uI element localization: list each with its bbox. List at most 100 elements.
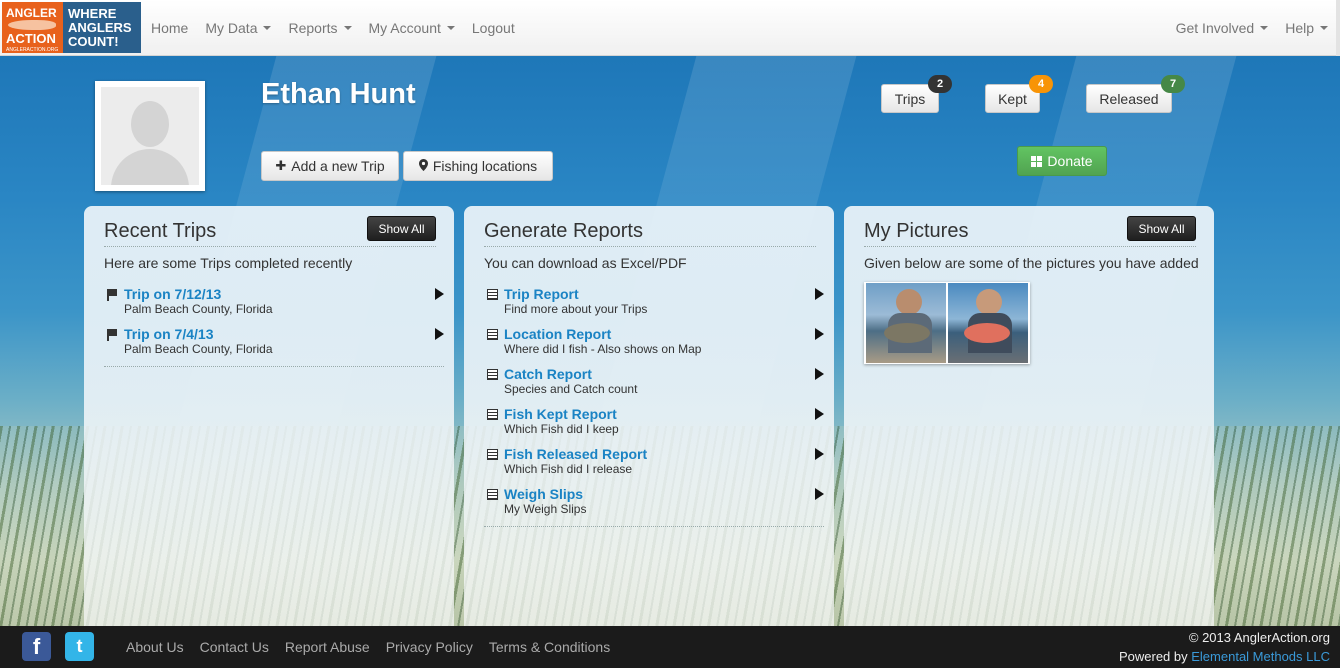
recent-trips-panel: Recent Trips Show All Here are some Trip… [84,206,454,626]
generate-reports-panel: Generate Reports You can download as Exc… [464,206,834,626]
fishing-photo-thumbnail[interactable] [866,283,946,363]
report-title[interactable]: Weigh Slips [504,486,824,502]
list-icon [487,489,498,500]
play-arrow-icon[interactable] [815,448,824,460]
user-name: Ethan Hunt [261,78,416,110]
reports-list: Trip Report Find more about your Trips L… [484,286,824,527]
fishing-locations-label: Fishing locations [432,158,538,174]
report-item-catch[interactable]: Catch Report Species and Catch count [484,366,824,406]
nav-home[interactable]: Home [151,20,188,36]
kept-count-badge: 4 [1029,75,1053,93]
nav-my-account[interactable]: My Account [369,20,455,36]
trip-item[interactable]: Trip on 7/4/13 Palm Beach County, Florid… [104,326,444,366]
report-item-weigh-slips[interactable]: Weigh Slips My Weigh Slips [484,486,824,526]
report-description: My Weigh Slips [504,502,587,516]
report-item-fish-kept[interactable]: Fish Kept Report Which Fish did I keep [484,406,824,446]
map-marker-icon [418,158,428,174]
report-title[interactable]: Catch Report [504,366,824,382]
report-description: Which Fish did I release [504,462,633,476]
nav-help-label: Help [1285,20,1314,36]
report-title[interactable]: Trip Report [504,286,824,302]
report-description: Which Fish did I keep [504,422,619,436]
report-item-trip[interactable]: Trip Report Find more about your Trips [484,286,824,326]
trip-item[interactable]: Trip on 7/12/13 Palm Beach County, Flori… [104,286,444,326]
footer-links: About Us Contact Us Report Abuse Privacy… [126,639,626,655]
report-title[interactable]: Fish Kept Report [504,406,824,422]
play-arrow-icon[interactable] [435,288,444,300]
play-arrow-icon[interactable] [815,288,824,300]
nav-my-data[interactable]: My Data [205,20,272,36]
logo-tagline-line2: ANGLERS [68,20,132,35]
report-item-fish-released[interactable]: Fish Released Report Which Fish did I re… [484,446,824,486]
powered-by-prefix: Powered by [1118,649,1188,664]
kept-stat-button[interactable]: Kept 4 [985,75,1053,113]
logo-tagline: WHERE ANGLERS COUNT! [63,2,141,53]
divider [484,526,824,527]
nav-my-account-label: My Account [368,20,441,36]
caret-down-icon [446,26,455,30]
trips-count-badge: 2 [928,75,952,93]
angler-action-logo[interactable]: ANGLER ACTION ANGLERACTION.ORG WHERE ANG… [2,2,141,53]
report-description: Species and Catch count [504,382,638,396]
trip-title[interactable]: Trip on 7/4/13 [124,326,444,342]
my-pictures-panel: My Pictures Show All Given below are som… [844,206,1214,626]
footer-link-about-us[interactable]: About Us [126,639,184,655]
footer-link-terms-conditions[interactable]: Terms & Conditions [489,639,610,655]
report-description: Find more about your Trips [504,302,648,316]
main-nav: Home My Data Reports My Account Logout [151,0,532,56]
play-arrow-icon[interactable] [815,368,824,380]
play-arrow-icon[interactable] [435,328,444,340]
nav-help[interactable]: Help [1285,20,1328,36]
released-stat-button[interactable]: Released 7 [1086,75,1185,113]
grid-icon [1031,155,1043,167]
logo-text-angler: ANGLER [6,6,57,20]
report-title[interactable]: Fish Released Report [504,446,824,462]
add-trip-button[interactable]: ✚ Add a new Trip [261,151,399,181]
trips-stat-button[interactable]: Trips 2 [881,75,952,113]
report-title[interactable]: Location Report [504,326,824,342]
list-icon [487,369,498,380]
trip-location: Palm Beach County, Florida [124,342,273,356]
generate-reports-title: Generate Reports [484,220,643,242]
trip-title[interactable]: Trip on 7/12/13 [124,286,444,302]
play-arrow-icon[interactable] [815,328,824,340]
my-pictures-title: My Pictures [864,220,969,242]
fish-icon [8,20,56,30]
top-navbar: ANGLER ACTION ANGLERACTION.ORG WHERE ANG… [0,0,1340,56]
list-icon [487,409,498,420]
fishing-photo-thumbnail[interactable] [948,283,1028,363]
nav-reports-label: Reports [288,20,338,36]
footer: f t About Us Contact Us Report Abuse Pri… [0,626,1340,668]
footer-link-contact-us[interactable]: Contact Us [200,639,269,655]
nav-get-involved[interactable]: Get Involved [1176,20,1269,36]
plus-icon: ✚ [275,158,287,173]
released-count-badge: 7 [1161,75,1185,93]
recent-trips-show-all-button[interactable]: Show All [367,216,436,241]
twitter-icon[interactable]: t [65,632,94,661]
fishing-locations-button[interactable]: Fishing locations [403,151,553,181]
avatar-placeholder-icon [101,87,199,185]
logo-text-url: ANGLERACTION.ORG [6,47,59,53]
nav-logout[interactable]: Logout [472,20,515,36]
my-pictures-subtitle: Given below are some of the pictures you… [864,255,1199,271]
avatar[interactable] [95,81,205,191]
play-arrow-icon[interactable] [815,408,824,420]
list-icon [487,449,498,460]
scrollbar[interactable] [1336,0,1340,56]
logo-angler-action: ANGLER ACTION ANGLERACTION.ORG [2,2,63,53]
powered-by-link[interactable]: Elemental Methods LLC [1191,649,1330,664]
caret-down-icon [263,26,272,30]
play-arrow-icon[interactable] [815,488,824,500]
footer-link-report-abuse[interactable]: Report Abuse [285,639,370,655]
donate-button[interactable]: Donate [1017,146,1107,176]
logo-tagline-line1: WHERE [68,6,117,21]
report-item-location[interactable]: Location Report Where did I fish - Also … [484,326,824,366]
list-icon [487,329,498,340]
nav-get-involved-label: Get Involved [1175,20,1255,36]
divider [484,246,816,247]
facebook-icon[interactable]: f [22,632,51,661]
pictures-show-all-button[interactable]: Show All [1127,216,1196,241]
footer-link-privacy-policy[interactable]: Privacy Policy [386,639,473,655]
nav-reports[interactable]: Reports [288,20,352,36]
divider [864,246,1196,247]
